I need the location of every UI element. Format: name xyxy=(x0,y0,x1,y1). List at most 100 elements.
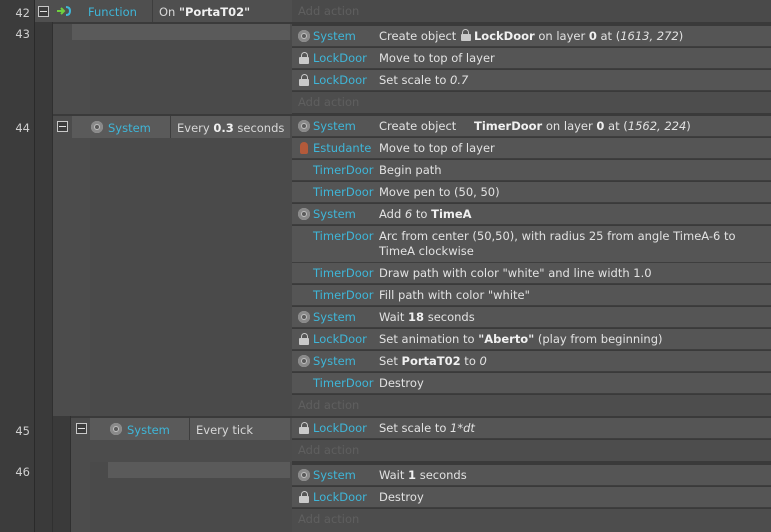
text-part: seconds xyxy=(424,310,475,324)
text-italic: 1*dt xyxy=(450,421,475,435)
row-number: 42 xyxy=(15,6,30,20)
action-object[interactable]: System xyxy=(313,119,356,133)
action-row[interactable]: LockDoor Destroy xyxy=(292,487,771,508)
gear-icon xyxy=(298,120,310,132)
action-row[interactable]: LockDoor Move to top of layer xyxy=(292,48,771,69)
text-part: Set scale to xyxy=(379,73,451,87)
text-bold: 0.3 xyxy=(213,121,234,135)
action-text: Begin path xyxy=(379,163,442,177)
empty-condition[interactable] xyxy=(72,24,290,40)
action-text: Move to top of layer xyxy=(379,141,495,155)
condition-area xyxy=(128,478,292,532)
text-part: at ( xyxy=(604,119,628,133)
text-part: (play from beginning) xyxy=(534,332,663,346)
action-object[interactable]: System xyxy=(313,310,356,324)
text-part: Every xyxy=(177,121,214,135)
event-text: On xyxy=(159,5,179,19)
action-object[interactable]: LockDoor xyxy=(313,490,367,504)
collapse-toggle[interactable] xyxy=(38,6,49,17)
lock-icon xyxy=(298,333,310,345)
action-object[interactable]: TimerDoor xyxy=(313,266,374,280)
lock-icon xyxy=(298,52,310,64)
action-object[interactable]: System xyxy=(313,29,356,43)
action-text: Fill path with color "white" xyxy=(379,288,530,302)
action-text: Destroy xyxy=(379,376,424,390)
condition-object[interactable]: System xyxy=(127,423,170,437)
row-number: 45 xyxy=(15,424,30,438)
text-part: on layer xyxy=(542,119,597,133)
action-row[interactable]: System Set PortaT02 to 0 xyxy=(292,351,771,372)
action-object[interactable]: LockDoor xyxy=(313,332,367,346)
text-bold: 18 xyxy=(408,310,425,324)
action-row[interactable]: TimerDoor Draw path with color "white" a… xyxy=(292,263,771,284)
empty-condition[interactable] xyxy=(108,462,290,478)
text-part: ) xyxy=(678,29,684,43)
condition-object[interactable]: System xyxy=(108,121,151,135)
action-object[interactable]: System xyxy=(313,354,356,368)
action-object[interactable]: LockDoor xyxy=(313,51,367,65)
text-italic: 0.7 xyxy=(450,73,469,87)
action-text: Set PortaT02 to 0 xyxy=(379,354,487,368)
collapse-toggle[interactable] xyxy=(76,423,87,434)
text-part: on layer xyxy=(534,29,589,43)
text-part: Wait xyxy=(379,468,409,482)
action-row[interactable]: TimerDoor Destroy xyxy=(292,373,771,394)
action-row[interactable]: System Wait 1 seconds xyxy=(292,465,771,486)
add-action-link[interactable]: Add action xyxy=(292,395,771,416)
action-object[interactable]: LockDoor xyxy=(313,73,367,87)
action-row[interactable]: LockDoor Set animation to "Aberto" (play… xyxy=(292,329,771,350)
action-text: Create object LockDoor on layer 0 at (16… xyxy=(379,29,683,43)
action-object[interactable]: Estudante xyxy=(313,141,371,155)
action-row[interactable]: System Add 6 to TimeA xyxy=(292,204,771,225)
action-object[interactable]: TimerDoor xyxy=(313,163,374,177)
action-row[interactable]: LockDoor Set scale to 0.7 xyxy=(292,70,771,91)
gear-icon xyxy=(298,311,310,323)
text-part: Set animation to xyxy=(379,332,479,346)
action-row[interactable]: TimerDoor Move pen to (50, 50) xyxy=(292,182,771,203)
action-row[interactable]: System Wait 18 seconds xyxy=(292,307,771,328)
condition-text: Every 0.3 seconds xyxy=(177,121,284,135)
collapse-toggle[interactable] xyxy=(57,121,68,132)
action-object[interactable]: TimerDoor xyxy=(313,229,374,243)
row-number: 44 xyxy=(15,121,30,135)
text-part: to xyxy=(412,207,432,221)
action-object[interactable]: TimerDoor xyxy=(313,288,374,302)
action-row[interactable]: TimerDoor Arc from center (50,50), with … xyxy=(292,226,771,263)
action-object[interactable]: System xyxy=(313,468,356,482)
row-number: 46 xyxy=(15,465,30,479)
condition-area xyxy=(90,40,292,114)
text-italic: 0 xyxy=(479,354,487,368)
lock-icon xyxy=(298,491,310,503)
column-divider xyxy=(189,418,190,440)
action-text: Wait 18 seconds xyxy=(379,310,475,324)
action-row[interactable]: System Create object TimerDoor on layer … xyxy=(292,116,771,137)
action-text: Arc from center (50,50), with radius 25 … xyxy=(379,229,736,258)
action-row[interactable]: LockDoor Set scale to 1*dt xyxy=(292,418,771,439)
action-object[interactable]: LockDoor xyxy=(313,421,367,435)
action-object[interactable]: TimerDoor xyxy=(313,185,374,199)
action-object[interactable]: TimerDoor xyxy=(313,376,374,390)
add-action-link[interactable]: Add action xyxy=(292,509,771,532)
text-part: at ( xyxy=(596,29,621,43)
action-object[interactable]: System xyxy=(313,207,356,221)
gear-icon xyxy=(298,469,310,481)
add-action-link[interactable]: Add action xyxy=(292,0,771,22)
text-part: Create object xyxy=(379,29,460,43)
action-row[interactable]: TimerDoor Begin path xyxy=(292,160,771,181)
condition-text: Every tick xyxy=(196,423,254,437)
gear-icon xyxy=(91,121,103,133)
action-row[interactable]: Estudante Move to top of layer xyxy=(292,138,771,159)
action-row[interactable]: System Create object LockDoor on layer 0… xyxy=(292,26,771,47)
gear-icon xyxy=(298,208,310,220)
lock-icon xyxy=(298,422,310,434)
add-action-link[interactable]: Add action xyxy=(292,440,771,461)
text-bold: TimeA xyxy=(431,207,472,221)
action-text: Set scale to 0.7 xyxy=(379,73,468,87)
action-text: Set animation to "Aberto" (play from beg… xyxy=(379,332,662,346)
text-part: seconds xyxy=(233,121,285,135)
condition-area xyxy=(90,138,292,416)
text-italic: 1562, 224 xyxy=(627,119,687,133)
action-row[interactable]: TimerDoor Fill path with color "white" xyxy=(292,285,771,306)
add-action-link[interactable]: Add action xyxy=(292,92,771,113)
text-part: seconds xyxy=(416,468,467,482)
